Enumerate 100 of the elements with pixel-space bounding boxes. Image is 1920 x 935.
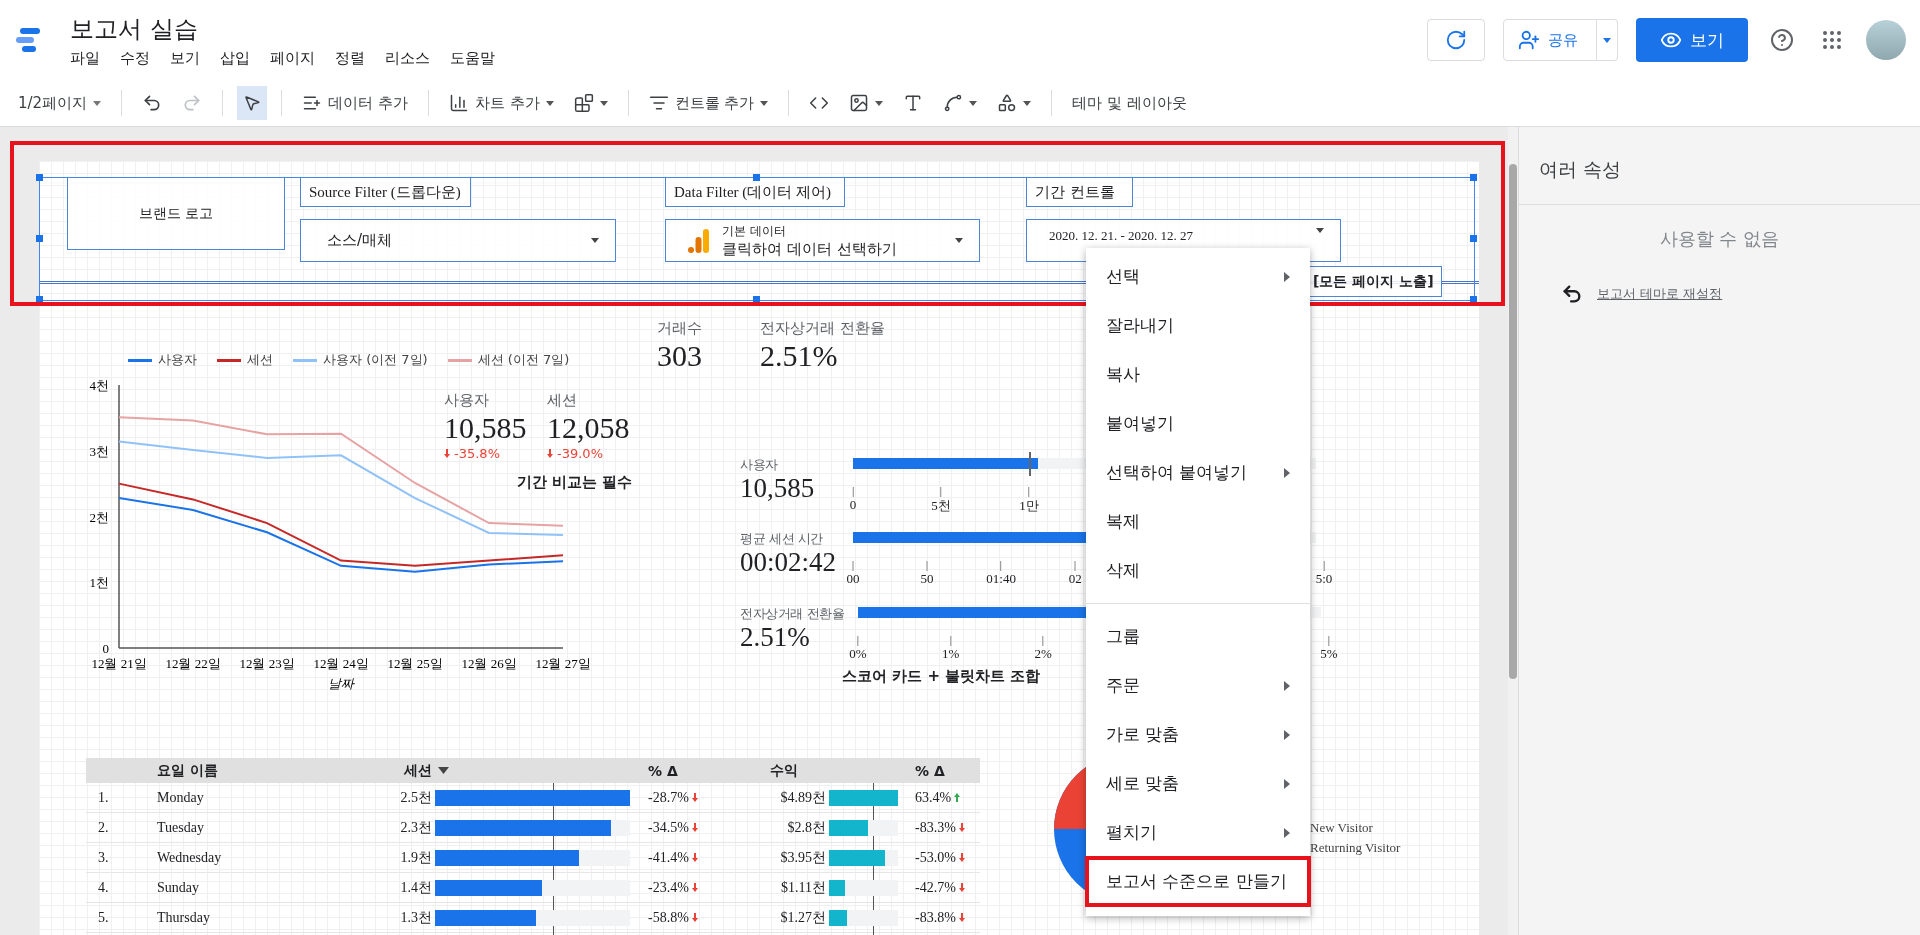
- toolbar-button[interactable]: 차트 추가: [442, 86, 560, 120]
- menu-item[interactable]: 잘라내기: [1086, 301, 1310, 350]
- column-header[interactable]: 수익: [748, 761, 915, 780]
- resize-handle[interactable]: [36, 296, 43, 303]
- axis-tick-label: 4천: [89, 378, 109, 393]
- table-cell-text: $3.95천: [779, 848, 826, 867]
- menu-item[interactable]: 리소스: [385, 48, 430, 68]
- resize-handle[interactable]: [1470, 296, 1477, 303]
- menu-item[interactable]: 그룹: [1086, 612, 1310, 661]
- menu-item[interactable]: 파일: [70, 48, 100, 68]
- data-control[interactable]: 기본 데이터 클릭하여 데이터 선택하기: [665, 219, 980, 262]
- change-value: -35.8%: [454, 446, 500, 461]
- resize-handle[interactable]: [36, 174, 43, 181]
- caret-icon: [1023, 100, 1032, 106]
- table-cell-text: $2.8천: [786, 818, 826, 837]
- caret-icon: [93, 100, 102, 106]
- menu-item[interactable]: 삽입: [220, 48, 250, 68]
- refresh-icon: [1445, 29, 1467, 51]
- menu-item[interactable]: 보고서 수준으로 만들기: [1086, 857, 1310, 906]
- bar-chart-icon: [448, 93, 469, 113]
- menu-item[interactable]: 선택하여 붙여넣기: [1086, 448, 1310, 497]
- menu-item[interactable]: 수정: [120, 48, 150, 68]
- table-cell: -23.4%: [648, 879, 689, 896]
- axis-tick-label: 0%: [849, 646, 867, 662]
- legend-label: 사용자 (이전 7일): [323, 351, 428, 369]
- table-cell: -53.0%: [915, 849, 956, 866]
- axis-tick-label: 12월 21일: [91, 656, 147, 671]
- table-cell-text: 1.9천: [399, 848, 432, 867]
- report-title[interactable]: 보고서 실습: [70, 12, 495, 45]
- metric-label: 사용자: [740, 456, 778, 474]
- menu-item[interactable]: 붙여넣기: [1086, 399, 1310, 448]
- axis-title: 날짜: [328, 676, 354, 691]
- add-person-icon: [1518, 29, 1540, 51]
- resize-handle[interactable]: [753, 296, 760, 303]
- menu-item[interactable]: 보기: [170, 48, 200, 68]
- empty-message: 사용할 수 없음: [1658, 227, 1781, 251]
- table-cell-text: 1.: [97, 789, 110, 806]
- metric-value: 2.51%: [760, 338, 839, 374]
- column-header[interactable]: % Δ: [648, 762, 748, 779]
- menu-item[interactable]: 도움말: [450, 48, 495, 68]
- table-cell-text: $1.11천: [780, 878, 826, 897]
- view-button[interactable]: 보기: [1636, 18, 1748, 62]
- share-button[interactable]: 공유: [1503, 19, 1597, 61]
- caret-icon: [760, 100, 769, 106]
- table-cell-text: $4.89천: [779, 788, 826, 807]
- theme-layout-button[interactable]: 테마 및 레이아웃: [1066, 86, 1194, 120]
- submenu-arrow-icon: [1284, 827, 1290, 838]
- table-cell-text: 2.: [97, 819, 110, 836]
- resize-handle[interactable]: [1470, 174, 1477, 181]
- table-cell-text: 5.: [97, 909, 110, 926]
- control-title: Source Filter (드롭다운): [300, 177, 471, 207]
- table-cell-text: Wednesday: [157, 849, 223, 866]
- menu-item[interactable]: 가로 맞춤: [1086, 710, 1310, 759]
- menu-item[interactable]: 복사: [1086, 350, 1310, 399]
- toolbar-button[interactable]: 컨트롤 추가: [642, 86, 775, 120]
- change-value: -39.0%: [557, 446, 603, 461]
- column-header[interactable]: 요일 이름: [157, 761, 347, 780]
- sort-caret-icon: [438, 767, 449, 774]
- menu-item[interactable]: 복제: [1086, 497, 1310, 546]
- resize-handle[interactable]: [1470, 235, 1477, 242]
- legend-label: 세션: [247, 351, 273, 369]
- table-cell-text: 1.4천: [399, 878, 432, 897]
- table-cell: -83.8%: [915, 909, 956, 926]
- caret-icon: [545, 100, 554, 106]
- metric-label: 세션: [547, 391, 578, 410]
- pointer-button[interactable]: [237, 86, 268, 120]
- column-header[interactable]: % Δ: [915, 762, 980, 779]
- refresh-button[interactable]: [1427, 19, 1485, 61]
- resize-handle[interactable]: [36, 235, 43, 242]
- caret-icon: [591, 238, 599, 243]
- legend-label: Returning Visitor: [1310, 840, 1401, 855]
- axis-tick-label: 5%: [1320, 646, 1338, 662]
- submenu-arrow-icon: [1284, 729, 1290, 740]
- reset-link[interactable]: 보고서 테마로 재설정: [1597, 285, 1723, 303]
- scrollbar-thumb[interactable]: [1509, 164, 1517, 679]
- submenu-arrow-icon: [1284, 271, 1290, 282]
- share-menu-button[interactable]: [1597, 19, 1618, 61]
- menu-item[interactable]: 주문: [1086, 661, 1310, 710]
- menu-item[interactable]: 정렬: [335, 48, 365, 68]
- avatar[interactable]: [1866, 20, 1906, 60]
- table-cell-text: 3.: [97, 849, 110, 866]
- caret-icon: [955, 238, 963, 243]
- source-dropdown[interactable]: 소스/매체: [300, 219, 616, 262]
- submenu-arrow-icon: [1284, 778, 1290, 789]
- shapes-icon: [997, 93, 1018, 113]
- metric-value: 10,585: [740, 473, 815, 504]
- caret-icon: [1316, 228, 1324, 233]
- panel-title: 여러 속성: [1519, 127, 1920, 205]
- toolbar-button[interactable]: 데이터 추가: [296, 86, 414, 120]
- logo-text-box[interactable]: 브랜드 로고: [67, 177, 285, 250]
- column-header[interactable]: 세션: [347, 761, 648, 780]
- caret-icon: [969, 100, 978, 106]
- page-selector[interactable]: 1/2페이지: [12, 86, 108, 120]
- menu-item[interactable]: 삭제: [1086, 546, 1310, 595]
- menu-item[interactable]: 세로 맞춤: [1086, 759, 1310, 808]
- menu-item[interactable]: 페이지: [270, 48, 315, 68]
- table-cell: 63.4%: [915, 789, 952, 806]
- resize-handle[interactable]: [753, 174, 760, 181]
- table-cell: -83.3%: [915, 819, 956, 836]
- menu-item[interactable]: 펼치기: [1086, 808, 1310, 857]
